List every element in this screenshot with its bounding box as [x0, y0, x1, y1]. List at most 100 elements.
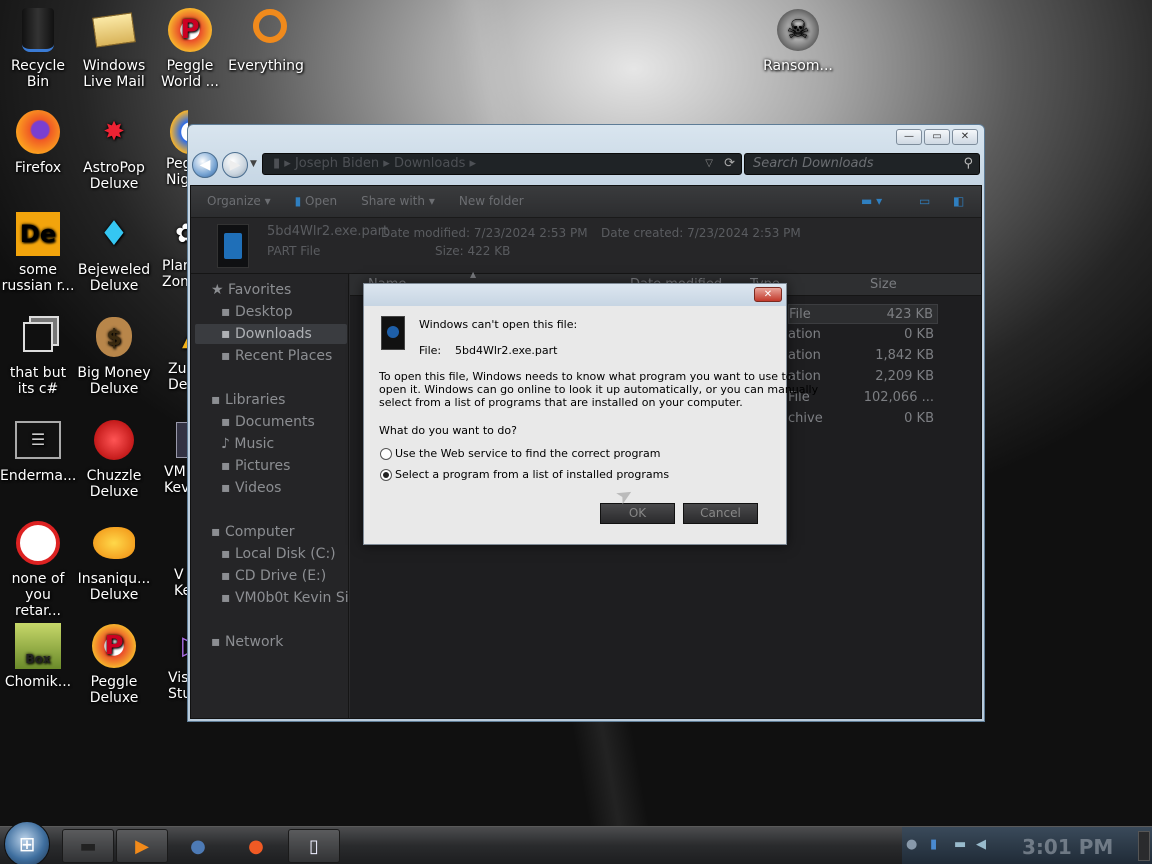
desktop-icon-chomik[interactable]: Box Chomik... — [0, 622, 76, 690]
views-icon[interactable]: ▬ ▾ — [861, 186, 882, 216]
nav-documents[interactable]: ▪ Documents — [221, 412, 349, 432]
back-button[interactable]: ◀ — [192, 152, 218, 178]
dialog-titlebar: ✕ — [364, 284, 786, 306]
star-icon: ★ — [211, 282, 229, 298]
desktop-icon-plants-zombies[interactable]: ✿ Plan Zom — [152, 210, 188, 290]
search-input[interactable]: Search Downloads ⚲ — [744, 153, 980, 175]
tray-network-icon[interactable]: ▬ — [954, 837, 966, 852]
desktop-icon-zuma[interactable]: ▲ Zu Del — [152, 313, 188, 393]
desktop-icon-everything[interactable]: Everything — [228, 6, 304, 74]
share-with-button[interactable]: Share with ▾ — [361, 186, 435, 217]
nav-computer[interactable]: ▪ Computer — [211, 522, 349, 542]
breadcrumb-user[interactable]: Joseph Biden — [295, 156, 379, 171]
cancel-button[interactable]: Cancel — [683, 503, 758, 524]
desktop-icon-astropop[interactable]: ✸ AstroPop Deluxe — [76, 108, 152, 192]
mail-icon — [90, 6, 138, 54]
taskbar-explorer-button[interactable]: ▬ — [62, 829, 114, 863]
money-bag-icon: $ — [90, 313, 138, 361]
web-service-radio[interactable] — [380, 448, 392, 460]
help-icon[interactable]: ◧ — [953, 186, 964, 216]
start-button[interactable]: ⊞ — [4, 821, 50, 864]
close-button[interactable]: ✕ — [952, 129, 978, 145]
desktop-icon-none-of-you[interactable]: none of you retar... — [0, 519, 76, 619]
desktop-icon-peggle-nights[interactable]: Peg Nig — [152, 108, 188, 188]
nav-local-disk[interactable]: ▪ Local Disk (C:) — [221, 544, 349, 564]
desktop-icon-insaniquarium[interactable]: Insaniqu... Deluxe — [76, 519, 152, 603]
file-thumbnail-icon — [217, 224, 249, 268]
minimize-button[interactable]: — — [896, 129, 922, 145]
copy-icon — [14, 313, 62, 361]
nav-pictures[interactable]: ▪ Pictures — [221, 456, 349, 476]
table-row[interactable]: ation 0 KB — [788, 325, 938, 345]
taskbar-globe-button[interactable]: ● — [172, 829, 224, 863]
desktop-icon-that-but-csharp[interactable]: that but its c# — [0, 313, 76, 397]
network-icon: ▪ — [211, 634, 225, 650]
nav-network[interactable]: ▪ Network — [211, 632, 349, 652]
nav-cd-drive[interactable]: ▪ CD Drive (E:) — [221, 566, 349, 586]
desktop-icon-enderman[interactable]: ☰ Enderma... — [0, 416, 76, 484]
nav-recent-places[interactable]: ▪ Recent Places — [221, 346, 349, 366]
tray-volume-icon[interactable]: ◀ — [976, 837, 986, 852]
desktop-icon-big-money[interactable]: $ Big Money Deluxe — [76, 313, 152, 397]
desktop-icon-ransom[interactable]: ☠ Ransom... — [760, 6, 836, 74]
tray-camera-icon[interactable]: ● — [906, 837, 917, 852]
ok-button[interactable]: OK — [600, 503, 675, 524]
desktop-icon-windows-live-mail[interactable]: Windows Live Mail — [76, 6, 152, 90]
desktop-icon-visual-studio[interactable]: ▷ Vis Stu — [152, 622, 188, 702]
forward-button[interactable]: ▶ — [222, 152, 248, 178]
maximize-button[interactable]: ▭ — [924, 129, 950, 145]
refresh-icon[interactable]: ⟳ — [724, 154, 735, 174]
dialog-description-line3: select from a list of programs that are … — [379, 396, 743, 409]
gem-icon: ♦ — [98, 214, 130, 254]
taskbar-document-button[interactable]: ▯ — [288, 829, 340, 863]
breadcrumb-downloads[interactable]: Downloads — [394, 156, 465, 171]
dialog-close-button[interactable]: ✕ — [754, 287, 782, 302]
desktop-icon-recycle-bin[interactable]: Recycle Bin — [0, 6, 76, 90]
desktop-icon-peggle-deluxe[interactable]: P Peggle Deluxe — [76, 622, 152, 706]
table-row[interactable]: chive 0 KB — [788, 409, 938, 429]
address-dropdown-icon[interactable]: ▽ — [705, 154, 713, 174]
preview-pane-icon[interactable]: ▭ — [919, 186, 930, 216]
desktop-icon-some-russian[interactable]: De some russian r... — [0, 210, 76, 294]
desktop-icon-bejeweled[interactable]: ♦ Bejeweled Deluxe — [76, 210, 152, 294]
web-service-option-label[interactable]: Use the Web service to find the correct … — [395, 447, 660, 460]
taskbar-firefox-button[interactable]: ● — [230, 829, 282, 863]
desktop-icon-vm-kevin[interactable]: VM Kevi — [152, 416, 188, 496]
peggle-icon: P — [90, 622, 138, 670]
desktop-icon-peggle-world[interactable]: P Peggle World ... — [152, 6, 228, 90]
open-with-dialog[interactable]: ✕ Windows can't open this file: File: 5b… — [363, 283, 818, 545]
caption-buttons: — ▭ ✕ — [896, 129, 978, 145]
tray-bluetooth-icon[interactable]: ▮ — [930, 837, 937, 852]
open-button[interactable]: ▮ Open — [295, 186, 337, 217]
table-row[interactable]: ation 1,842 KB — [788, 346, 938, 366]
nav-desktop[interactable]: ▪ Desktop — [221, 302, 349, 322]
address-bar[interactable]: ▮ ▸ Joseph Biden ▸ Downloads ▸ ▽ ⟳ — [262, 153, 742, 175]
nav-music[interactable]: ♪ Music — [221, 434, 349, 454]
table-row[interactable]: File 423 KB — [788, 304, 938, 324]
open-icon: ▮ — [294, 194, 306, 208]
taskbar-clock[interactable]: 3:01 PM — [1022, 835, 1113, 859]
recent-pages-dropdown-icon[interactable]: ▼ — [250, 159, 257, 169]
taskbar-media-player-button[interactable]: ▶ — [116, 829, 168, 863]
navigation-bar: ◀ ▶ ▼ ▮ ▸ Joseph Biden ▸ Downloads ▸ ▽ ⟳… — [192, 151, 980, 179]
desktop-icon-firefox[interactable]: Firefox — [0, 108, 76, 176]
desktop-icon-chuzzle[interactable]: Chuzzle Deluxe — [76, 416, 152, 500]
desktop-icon-v-kevin[interactable]: V Kevi — [152, 519, 188, 599]
nav-downloads[interactable]: ▪ Downloads — [195, 324, 347, 344]
taskbar: ⊞ ▬ ▶ ● ● ▯ ● ▮ ▬ ◀ 3:01 PM — [0, 821, 1152, 864]
installed-programs-radio[interactable] — [380, 469, 392, 481]
nav-videos[interactable]: ▪ Videos — [221, 478, 349, 498]
search-icon[interactable]: ⚲ — [963, 154, 973, 174]
installed-programs-option-label[interactable]: Select a program from a list of installe… — [395, 468, 669, 481]
vm-icon — [174, 519, 188, 567]
visual-studio-icon: ▷ — [168, 622, 188, 670]
show-desktop-button[interactable] — [1138, 831, 1150, 861]
nav-libraries[interactable]: ▪ Libraries — [211, 390, 349, 410]
nav-favorites[interactable]: ★ Favorites — [211, 280, 349, 300]
new-folder-button[interactable]: New folder — [459, 186, 524, 217]
column-size[interactable]: Size — [870, 277, 897, 292]
network-drive-icon: ▪ — [221, 590, 235, 606]
nav-network-share[interactable]: ▪ VM0b0t Kevin Site — [221, 588, 349, 608]
organize-button[interactable]: Organize ▾ — [207, 186, 271, 217]
desktop-icon: ▪ — [221, 304, 235, 320]
